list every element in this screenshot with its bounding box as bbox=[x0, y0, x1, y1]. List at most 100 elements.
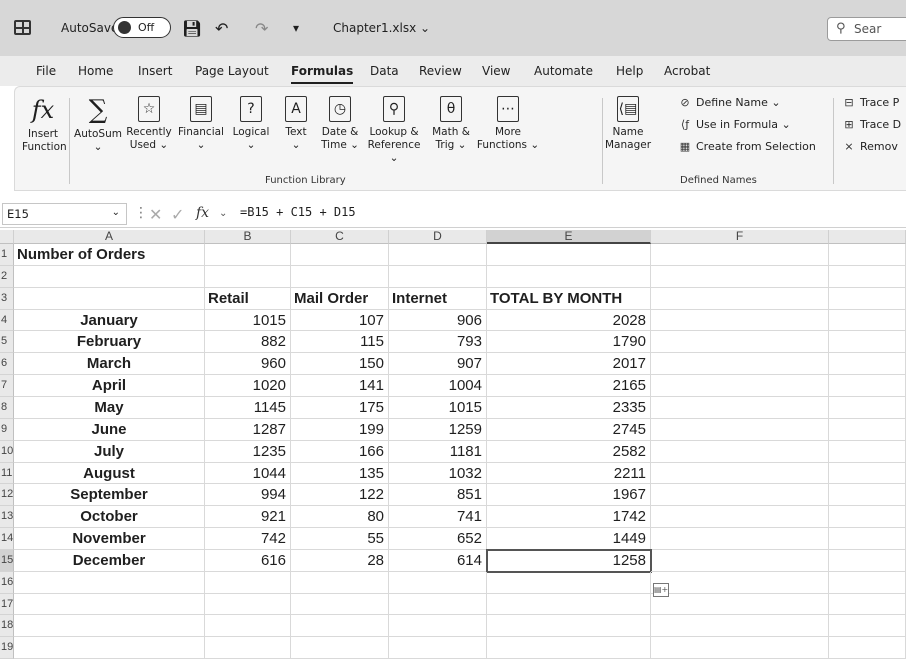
save-icon[interactable]: 💾︎ bbox=[182, 17, 202, 39]
cell-value[interactable]: 1742 bbox=[487, 506, 651, 528]
cell[interactable] bbox=[487, 615, 651, 637]
cell-value[interactable]: 616 bbox=[205, 550, 291, 572]
cell-value[interactable]: 652 bbox=[389, 528, 487, 550]
cell[interactable] bbox=[14, 637, 205, 659]
cell-value[interactable]: 1235 bbox=[205, 441, 291, 463]
cell[interactable] bbox=[651, 550, 829, 572]
cell[interactable] bbox=[829, 288, 906, 310]
cell-month[interactable]: September bbox=[14, 484, 205, 506]
cell[interactable] bbox=[14, 594, 205, 615]
cell-value[interactable]: 2028 bbox=[487, 310, 651, 331]
cell-header[interactable]: TOTAL BY MONTH bbox=[487, 288, 651, 310]
cell[interactable] bbox=[14, 288, 205, 310]
search-box[interactable]: ⚲ Sear bbox=[827, 17, 906, 41]
cell[interactable] bbox=[487, 244, 651, 266]
more-options-icon[interactable]: ⋮ bbox=[134, 205, 148, 221]
cell[interactable] bbox=[205, 266, 291, 288]
cell[interactable] bbox=[651, 397, 829, 419]
cell-value[interactable]: 1004 bbox=[389, 375, 487, 397]
cell-month[interactable]: February bbox=[14, 331, 205, 353]
cell-value[interactable]: 122 bbox=[291, 484, 389, 506]
cell[interactable] bbox=[829, 310, 906, 331]
cell-value[interactable]: 2745 bbox=[487, 419, 651, 441]
cell[interactable] bbox=[651, 266, 829, 288]
create-from-selection-button[interactable]: ▦ Create from Selection bbox=[678, 140, 816, 153]
date-time-button[interactable]: ◷ Date & Time ⌄ bbox=[318, 96, 362, 152]
row-header[interactable]: 14 bbox=[0, 528, 14, 550]
column-header-f[interactable]: F bbox=[651, 230, 829, 244]
trace-precedents-button[interactable]: ⊟ Trace P bbox=[842, 96, 899, 109]
cell[interactable] bbox=[651, 441, 829, 463]
autosum-button[interactable]: ∑ AutoSum ⌄ bbox=[73, 96, 123, 154]
column-header-b[interactable]: B bbox=[205, 230, 291, 244]
cell-value[interactable]: 1449 bbox=[487, 528, 651, 550]
cell[interactable] bbox=[651, 484, 829, 506]
cell-value[interactable]: 80 bbox=[291, 506, 389, 528]
tab-page-layout[interactable]: Page Layout bbox=[195, 64, 269, 78]
tab-automate[interactable]: Automate bbox=[534, 64, 593, 78]
customize-toolbar-icon[interactable]: ▾ bbox=[293, 17, 299, 39]
cell[interactable] bbox=[651, 331, 829, 353]
cell[interactable] bbox=[389, 572, 487, 594]
cell-value[interactable]: 2017 bbox=[487, 353, 651, 375]
row-header[interactable]: 19 bbox=[0, 637, 14, 659]
formula-input[interactable]: =B15 + C15 + D15 bbox=[240, 205, 356, 219]
cell-value[interactable]: 2582 bbox=[487, 441, 651, 463]
cell[interactable] bbox=[389, 266, 487, 288]
cell[interactable] bbox=[651, 310, 829, 331]
row-header[interactable]: 12 bbox=[0, 484, 14, 506]
cell-value[interactable]: 166 bbox=[291, 441, 389, 463]
remove-arrows-button[interactable]: ⨯ Remov bbox=[842, 140, 897, 153]
tab-acrobat[interactable]: Acrobat bbox=[664, 64, 710, 78]
cell[interactable] bbox=[389, 594, 487, 615]
cell-value[interactable]: 1032 bbox=[389, 463, 487, 484]
row-header[interactable]: 13 bbox=[0, 506, 14, 528]
row-header[interactable]: 15 bbox=[0, 550, 14, 572]
cell[interactable] bbox=[651, 615, 829, 637]
row-header[interactable]: 4 bbox=[0, 310, 14, 331]
cell-month[interactable]: November bbox=[14, 528, 205, 550]
cell-value[interactable]: 906 bbox=[389, 310, 487, 331]
cell[interactable] bbox=[487, 266, 651, 288]
cell[interactable] bbox=[829, 615, 906, 637]
cell-value[interactable]: 1145 bbox=[205, 397, 291, 419]
insert-function-icon[interactable]: fx bbox=[196, 205, 209, 221]
cell-value[interactable]: 907 bbox=[389, 353, 487, 375]
cell-value[interactable]: 1287 bbox=[205, 419, 291, 441]
column-header-e[interactable]: E bbox=[487, 230, 651, 244]
chevron-down-icon[interactable]: ⌄ bbox=[219, 208, 227, 219]
file-name-menu[interactable]: Chapter1.xlsx ⌄ bbox=[333, 17, 430, 39]
lookup-reference-button[interactable]: ⚲ Lookup & Reference ⌄ bbox=[362, 96, 426, 165]
cell[interactable] bbox=[291, 615, 389, 637]
cell[interactable] bbox=[205, 572, 291, 594]
cell-value[interactable]: 107 bbox=[291, 310, 389, 331]
cell-value[interactable]: 55 bbox=[291, 528, 389, 550]
cell[interactable] bbox=[651, 353, 829, 375]
cell-month[interactable]: April bbox=[14, 375, 205, 397]
cell[interactable] bbox=[651, 244, 829, 266]
row-header[interactable]: 6 bbox=[0, 353, 14, 375]
cell[interactable] bbox=[205, 615, 291, 637]
row-header[interactable]: 18 bbox=[0, 615, 14, 637]
cell-value[interactable]: 1020 bbox=[205, 375, 291, 397]
cell[interactable] bbox=[829, 353, 906, 375]
cell-month[interactable]: March bbox=[14, 353, 205, 375]
tab-home[interactable]: Home bbox=[78, 64, 113, 78]
autosave-toggle[interactable]: Off bbox=[113, 17, 171, 38]
cell-value[interactable]: 994 bbox=[205, 484, 291, 506]
cell[interactable] bbox=[291, 594, 389, 615]
recently-used-button[interactable]: ☆ Recently Used ⌄ bbox=[123, 96, 175, 152]
cell[interactable] bbox=[829, 441, 906, 463]
cell[interactable] bbox=[829, 397, 906, 419]
cell[interactable] bbox=[14, 266, 205, 288]
cell[interactable] bbox=[829, 266, 906, 288]
row-header[interactable]: 16 bbox=[0, 572, 14, 594]
cell-value[interactable]: 1967 bbox=[487, 484, 651, 506]
cell-value[interactable]: 960 bbox=[205, 353, 291, 375]
undo-icon[interactable]: ↶ bbox=[215, 17, 228, 39]
tab-view[interactable]: View bbox=[482, 64, 510, 78]
cell-value[interactable]: 28 bbox=[291, 550, 389, 572]
cell-value[interactable]: 741 bbox=[389, 506, 487, 528]
cell[interactable] bbox=[14, 572, 205, 594]
cell-month[interactable]: January bbox=[14, 310, 205, 331]
